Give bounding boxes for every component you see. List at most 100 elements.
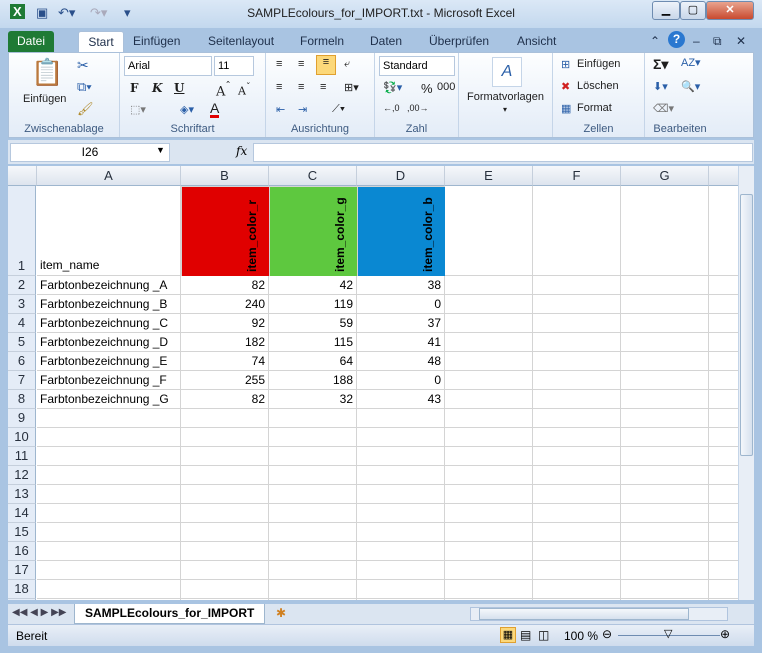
paste-icon[interactable]: 📋 (31, 57, 63, 88)
cell[interactable] (357, 523, 445, 542)
cell[interactable] (37, 599, 181, 600)
grow-font-icon[interactable]: Aˆ (216, 80, 231, 99)
insert-cells-button[interactable]: Einfügen (577, 58, 620, 70)
cell[interactable] (181, 599, 269, 600)
item-name-cell[interactable]: Farbtonbezeichnung _G (37, 390, 181, 409)
cell[interactable] (357, 561, 445, 580)
format-painter-icon[interactable]: 🖌 (77, 101, 94, 117)
borders-icon[interactable]: ⬚▾ (130, 103, 146, 116)
column-header[interactable]: E (445, 166, 533, 186)
increase-decimal-icon[interactable]: ←,0 (383, 103, 400, 113)
cell[interactable] (269, 523, 357, 542)
cell[interactable] (533, 186, 621, 276)
currency-icon[interactable]: 💱▾ (383, 81, 402, 94)
font-size-dropdown[interactable]: 11 (214, 56, 254, 76)
cell[interactable] (357, 485, 445, 504)
color-b-cell[interactable]: 0 (357, 371, 445, 390)
cell[interactable] (709, 580, 738, 599)
item-name-cell[interactable]: Farbtonbezeichnung _A (37, 276, 181, 295)
cell[interactable] (445, 314, 533, 333)
cell[interactable] (709, 428, 738, 447)
cell[interactable] (533, 409, 621, 428)
insert-sheet-icon[interactable]: ✱ (276, 606, 286, 620)
cell[interactable] (445, 390, 533, 409)
paste-button[interactable]: Einfügen (23, 93, 66, 105)
cell[interactable] (181, 466, 269, 485)
sheet-navigation-icon[interactable]: ◀◀ ◀ ▶ ▶▶ (12, 607, 66, 618)
cell[interactable] (621, 352, 709, 371)
format-cells-button[interactable]: Format (577, 102, 612, 114)
color-g-cell[interactable]: 188 (269, 371, 357, 390)
cell[interactable] (709, 523, 738, 542)
row-header[interactable]: 9 (8, 409, 36, 428)
cell[interactable] (621, 542, 709, 561)
row-header[interactable]: 16 (8, 542, 36, 561)
cell[interactable] (709, 295, 738, 314)
cell[interactable] (357, 447, 445, 466)
styles-icon[interactable]: A (492, 57, 522, 87)
cell[interactable] (357, 542, 445, 561)
color-r-cell[interactable]: 255 (181, 371, 269, 390)
align-middle-icon[interactable]: ≡ (298, 58, 304, 70)
styles-button[interactable]: Formatvorlagen (467, 91, 544, 103)
tab-einfuegen[interactable]: Einfügen (133, 31, 180, 52)
cell[interactable] (533, 352, 621, 371)
close-button[interactable]: ✕ (706, 1, 754, 20)
fill-color-icon[interactable]: ◈▾ (180, 103, 194, 116)
item-name-cell[interactable]: Farbtonbezeichnung _D (37, 333, 181, 352)
cell[interactable] (533, 295, 621, 314)
cell[interactable] (621, 314, 709, 333)
color-g-cell[interactable]: 32 (269, 390, 357, 409)
cell[interactable] (621, 333, 709, 352)
cell[interactable] (269, 599, 357, 600)
cell[interactable] (709, 314, 738, 333)
bold-button[interactable]: F (130, 81, 139, 95)
cell[interactable] (445, 371, 533, 390)
row-header[interactable]: 4 (8, 314, 36, 333)
shrink-font-icon[interactable]: Aˇ (238, 82, 251, 98)
color-g-cell[interactable]: 59 (269, 314, 357, 333)
row-header[interactable]: 15 (8, 523, 36, 542)
cell[interactable] (445, 447, 533, 466)
cell[interactable] (445, 186, 533, 276)
sort-filter-icon[interactable]: AZ▾ (681, 56, 701, 69)
cell[interactable] (37, 523, 181, 542)
workbook-close-icon[interactable]: ✕ (736, 31, 746, 52)
cell[interactable] (533, 542, 621, 561)
color-r-cell[interactable]: 74 (181, 352, 269, 371)
cell[interactable] (709, 390, 738, 409)
cell[interactable] (445, 409, 533, 428)
cell[interactable] (181, 542, 269, 561)
item-name-cell[interactable]: Farbtonbezeichnung _B (37, 295, 181, 314)
decrease-indent-icon[interactable]: ⇤ (276, 103, 285, 116)
row-header[interactable]: 14 (8, 504, 36, 523)
cell[interactable] (269, 485, 357, 504)
cell[interactable] (269, 409, 357, 428)
cell[interactable] (445, 295, 533, 314)
copy-icon[interactable]: ⧉▾ (77, 79, 92, 95)
cell[interactable] (445, 523, 533, 542)
zoom-in-icon[interactable]: ⊕ (720, 627, 730, 641)
cell[interactable] (621, 371, 709, 390)
align-left-icon[interactable]: ≡ (276, 81, 282, 93)
cell[interactable] (37, 447, 181, 466)
color-g-cell[interactable]: 42 (269, 276, 357, 295)
item-name-cell[interactable]: Farbtonbezeichnung _F (37, 371, 181, 390)
zoom-slider-thumb[interactable]: ▽ (664, 627, 672, 640)
header-cell-color-b[interactable]: item_color_r (181, 186, 269, 276)
cell[interactable] (181, 428, 269, 447)
chevron-down-icon[interactable]: ▼ (156, 145, 165, 155)
color-b-cell[interactable]: 37 (357, 314, 445, 333)
autosum-icon[interactable]: Σ▾ (653, 56, 668, 73)
cell[interactable] (533, 314, 621, 333)
zoom-level[interactable]: 100 % (564, 629, 598, 643)
cell[interactable] (533, 371, 621, 390)
tab-ueberpruefen[interactable]: Überprüfen (429, 31, 489, 52)
cell[interactable] (533, 276, 621, 295)
page-layout-view-icon[interactable]: ▤ (520, 628, 531, 642)
cell[interactable] (533, 333, 621, 352)
cell[interactable] (181, 447, 269, 466)
cell[interactable] (269, 466, 357, 485)
merge-center-icon[interactable]: ⊞▾ (344, 81, 359, 94)
color-g-cell[interactable]: 115 (269, 333, 357, 352)
